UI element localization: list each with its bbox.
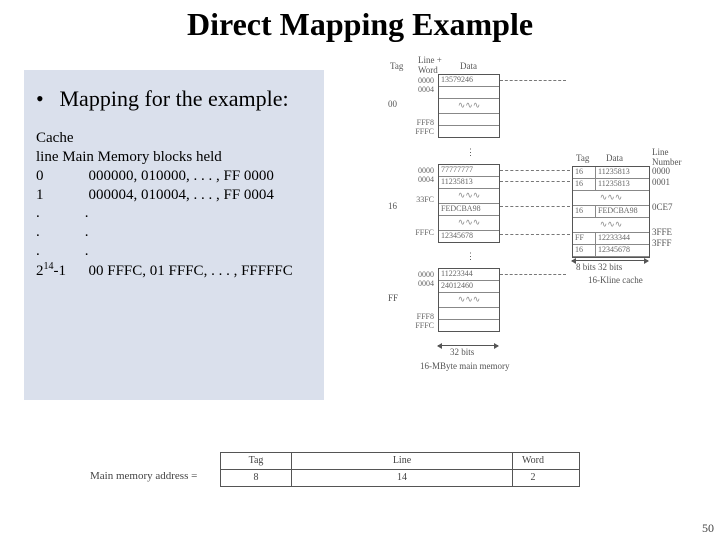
hdr2: line Main Memory blocks held	[36, 148, 312, 167]
bullet-dot: •	[36, 86, 54, 111]
row2: . .	[36, 204, 312, 223]
tag-ff: FF	[388, 294, 398, 304]
row1: 1 000004, 010004, . . . , FF 0004	[36, 186, 312, 205]
addr-b3-bot: FFF8 FFFC	[406, 312, 434, 330]
addr-b2-top: 0000 0004	[406, 166, 434, 184]
dash-1	[500, 80, 566, 81]
vdots1: ⋮	[466, 148, 475, 158]
addr-b3-top: 0000 0004	[406, 270, 434, 288]
hdr1: Cache	[36, 129, 312, 148]
addr-b1-top: 0000 0004	[406, 76, 434, 94]
addr-33fc: 33FC	[406, 195, 434, 204]
addr-fields: Tag Line Word	[220, 452, 580, 470]
arrow-cache-widths	[572, 260, 648, 261]
mem-block-2: 77777777 11235813 FEDCBA98 12345678	[438, 164, 500, 243]
addr-label: Main memory address =	[90, 470, 197, 482]
mem-block-3: 11223344 24012460	[438, 268, 500, 332]
dash-2	[500, 170, 570, 171]
ln-0001: 0001	[652, 178, 670, 188]
slide-title: Direct Mapping Example	[0, 6, 720, 43]
lbl-cache-bits: 8 bits 32 bits	[576, 263, 622, 273]
lbl-tag: Tag	[390, 62, 403, 72]
dash-4	[500, 206, 570, 207]
row-last: 214-1 00 FFFC, 01 FFFC, . . . , FFFFFC	[36, 261, 312, 281]
addr-widths: 8 14 2	[220, 470, 580, 487]
dash-5	[500, 234, 570, 235]
cache-box: 1611235813 1611235813 16FEDCBA98 FF12233…	[572, 166, 650, 258]
ln-3ffe: 3FFE	[652, 228, 672, 238]
lbl-cache-data: Data	[606, 154, 623, 164]
dash-6	[500, 274, 566, 275]
bullet-text: Mapping for the example:	[60, 86, 289, 111]
arrow-32bits-mem	[438, 345, 498, 346]
ln-3fff: 3FFF	[652, 239, 672, 249]
vdots2: ⋮	[466, 252, 475, 262]
dash-3	[500, 181, 570, 182]
tag-16: 16	[388, 202, 397, 212]
addr-b2-bot: FFFC	[406, 228, 434, 237]
left-panel: • Mapping for the example: Cache line Ma…	[24, 70, 324, 400]
tag-00: 00	[388, 100, 397, 110]
mem-block-1: 13579246	[438, 74, 500, 138]
lbl-cache-linenum: Line Number	[652, 148, 682, 168]
addr-decomposition: Main memory address = Tag Line Word 8 14…	[220, 452, 580, 487]
row4: . .	[36, 242, 312, 261]
lbl-mem-caption: 16-MByte main memory	[420, 362, 510, 372]
lbl-32bits-mem: 32 bits	[450, 348, 474, 358]
lbl-cache-tag: Tag	[576, 154, 589, 164]
row3: . .	[36, 223, 312, 242]
lbl-lineword: Line + Word	[418, 56, 442, 76]
lbl-data: Data	[460, 62, 477, 72]
addr-b1-bot: FFF8 FFFC	[406, 118, 434, 136]
ln-0000: 0000	[652, 167, 670, 177]
lbl-cache-caption: 16-Kline cache	[588, 276, 643, 286]
page-number: 50	[702, 521, 714, 536]
row0: 0 000000, 010000, . . . , FF 0000	[36, 167, 312, 186]
bullet-row: • Mapping for the example:	[36, 86, 312, 111]
mapping-table: Cache line Main Memory blocks held 0 000…	[36, 129, 312, 280]
diagram-area: Tag Line + Word Data 0000 0004 00 135792…	[350, 70, 690, 430]
ln-0ce7: 0CE7	[652, 203, 673, 213]
